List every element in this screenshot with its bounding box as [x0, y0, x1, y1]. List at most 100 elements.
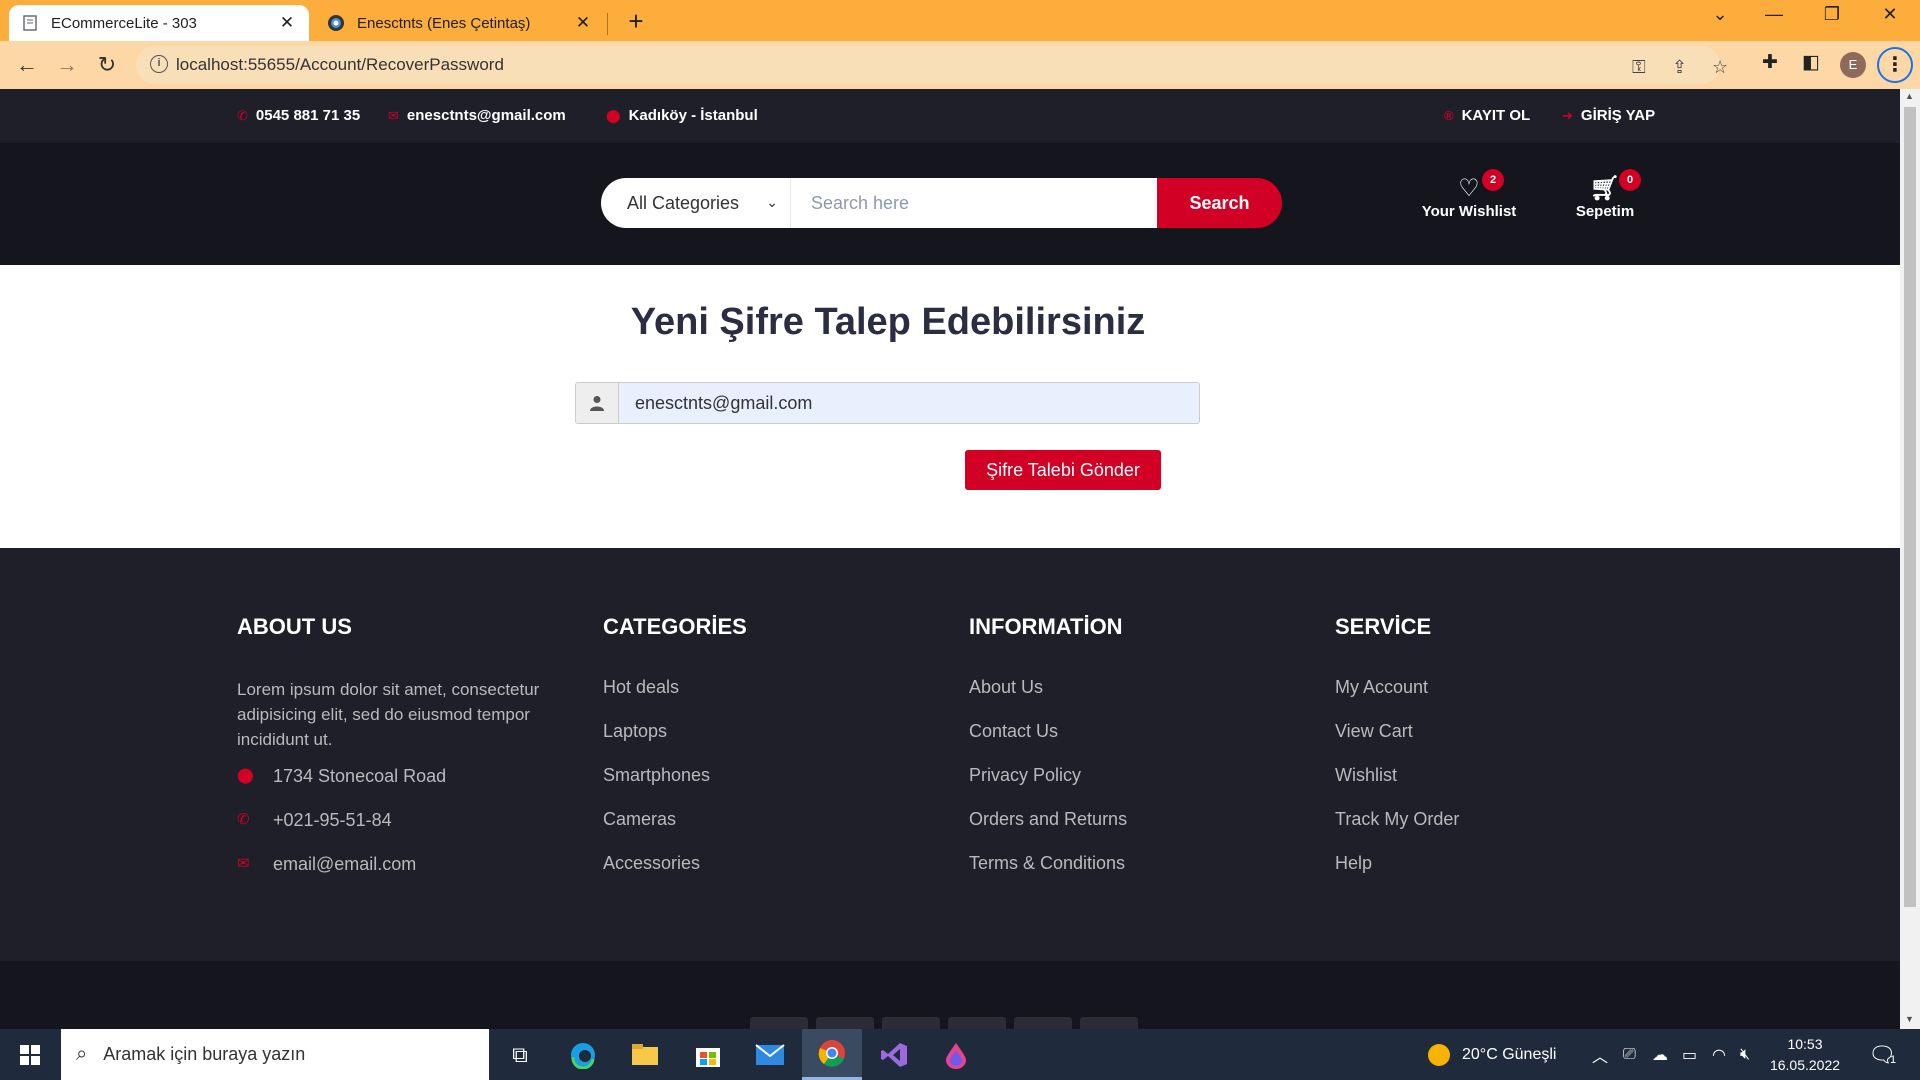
github-icon — [327, 14, 345, 32]
share-icon[interactable]: ⇪ — [1672, 57, 1687, 78]
profile-avatar[interactable]: E — [1840, 52, 1866, 78]
footer-phone-text: +021-95-51-84 — [273, 810, 392, 830]
footer-heading: ABOUT US — [237, 614, 352, 639]
search-button[interactable]: Search — [1157, 178, 1282, 228]
footer-link-orders-returns[interactable]: Orders and Returns — [969, 809, 1289, 853]
cart-link[interactable]: 🛒︎ Sepetim 0 — [1560, 169, 1650, 220]
taskbar-search[interactable]: ⌕ Aramak için buraya yazın — [61, 1029, 489, 1080]
header-phone[interactable]: ✆ 0545 881 71 35 — [237, 107, 360, 124]
microsoft-store-icon[interactable] — [678, 1029, 738, 1080]
footer-address: ⬤ 1734 Stonecoal Road — [237, 766, 557, 810]
reload-button[interactable]: ↻ — [91, 49, 123, 81]
edge-icon[interactable] — [553, 1029, 613, 1080]
volume-muted-icon[interactable]: 🔇︎ — [1740, 1029, 1750, 1080]
amex-icon — [1080, 1017, 1138, 1029]
maximize-button[interactable]: ❐ — [1812, 4, 1852, 25]
footer-link-laptops[interactable]: Laptops — [603, 721, 923, 765]
browser-tab-bar: ECommerceLite - 303 ✕ Enesctnts (Enes Çe… — [0, 0, 1920, 41]
register-text: KAYIT OL — [1461, 107, 1531, 124]
footer-link-about-us[interactable]: About Us — [969, 677, 1289, 721]
visual-studio-icon[interactable] — [864, 1029, 924, 1080]
bookmark-star-icon[interactable]: ☆ — [1712, 57, 1728, 78]
tab-separator — [607, 13, 608, 35]
main-header: All Categories ⌄ Search ♡ Your Wishlist … — [0, 143, 1900, 265]
page-scrollbar[interactable]: ▲ ▼ — [1900, 89, 1920, 1029]
site-info-icon[interactable]: i — [150, 55, 168, 73]
header-email[interactable]: ✉ enesctnts@gmail.com — [388, 107, 566, 124]
show-hidden-icons-chevron-icon[interactable]: ︿ — [1592, 1029, 1608, 1080]
search-input[interactable] — [791, 178, 1157, 228]
phone-icon: ✆ — [237, 811, 250, 828]
footer-link-privacy-policy[interactable]: Privacy Policy — [969, 765, 1289, 809]
tab-github[interactable]: Enesctnts (Enes Çetintaş) ✕ — [315, 5, 605, 41]
header-email-text: enesctnts@gmail.com — [406, 107, 566, 124]
cart-label: Sepetim — [1575, 203, 1635, 220]
footer-link-my-account[interactable]: My Account — [1335, 677, 1655, 721]
email-field[interactable] — [619, 383, 1199, 423]
footer: ABOUT US Lorem ipsum dolor sit amet, con… — [0, 548, 1900, 1029]
browser-toolbar: ← → ↻ i localhost:55655/Account/RecoverP… — [0, 41, 1920, 89]
scroll-down-arrow-icon[interactable]: ▼ — [1905, 1014, 1914, 1024]
footer-link-terms[interactable]: Terms & Conditions — [969, 853, 1289, 897]
close-tab-icon[interactable]: ✕ — [277, 13, 297, 33]
top-header: ✆ 0545 881 71 35 ✉ enesctnts@gmail.com ⬤… — [0, 89, 1900, 143]
register-link[interactable]: ® KAYIT OL — [1444, 107, 1530, 124]
category-select-value: All Categories — [627, 192, 740, 213]
footer-email[interactable]: ✉ email@email.com — [237, 854, 557, 898]
footer-link-view-cart[interactable]: View Cart — [1335, 721, 1655, 765]
wifi-icon[interactable]: ◠ — [1712, 1029, 1726, 1080]
search-form: All Categories ⌄ Search — [601, 178, 1282, 228]
footer-link-help[interactable]: Help — [1335, 853, 1655, 897]
footer-categories: CATEGORİES Hot deals Laptops Smartphones… — [603, 614, 923, 897]
footer-link-accessories[interactable]: Accessories — [603, 853, 923, 897]
footer-link-wishlist[interactable]: Wishlist — [1335, 765, 1655, 809]
extensions-puzzle-icon[interactable]: ✚ — [1762, 51, 1778, 74]
footer-link-cameras[interactable]: Cameras — [603, 809, 923, 853]
weather-widget[interactable]: 20°C Güneşli — [1428, 1029, 1556, 1080]
login-link[interactable]: ➜ GİRİŞ YAP — [1562, 107, 1655, 124]
browser-menu-icon[interactable]: ⋮ — [1877, 47, 1913, 83]
heart-icon: ♡ — [1458, 175, 1480, 202]
footer-link-hot-deals[interactable]: Hot deals — [603, 677, 923, 721]
onedrive-cloud-icon[interactable]: ☁ — [1652, 1029, 1668, 1080]
footer-link-smartphones[interactable]: Smartphones — [603, 765, 923, 809]
registered-icon: ® — [1444, 108, 1454, 123]
header-location[interactable]: ⬤ Kadıköy - İstanbul — [606, 107, 758, 124]
minimize-button[interactable]: — — [1754, 4, 1794, 25]
envelope-icon: ✉ — [388, 107, 399, 123]
wishlist-label: Your Wishlist — [1421, 203, 1517, 220]
back-button[interactable]: ← — [11, 49, 43, 81]
clock-date: 16.05.2022 — [1769, 1057, 1841, 1073]
footer-heading: CATEGORİES — [603, 614, 747, 639]
chrome-icon[interactable] — [802, 1029, 862, 1080]
email-input-group — [575, 382, 1200, 424]
meet-now-icon[interactable]: ⎚ — [1623, 1029, 1636, 1080]
paint-app-icon[interactable] — [926, 1029, 986, 1080]
tab-search-chevron-icon[interactable]: ⌄ — [1700, 4, 1740, 25]
address-bar[interactable]: i localhost:55655/Account/RecoverPasswor… — [136, 46, 1728, 84]
sun-icon — [1428, 1043, 1450, 1066]
task-view-icon[interactable]: ⧉ — [490, 1029, 550, 1080]
footer-link-contact-us[interactable]: Contact Us — [969, 721, 1289, 765]
password-key-icon[interactable]: ⚿ — [1632, 57, 1646, 78]
forward-button[interactable]: → — [51, 49, 83, 81]
send-password-request-button[interactable]: Şifre Talebi Gönder — [965, 450, 1161, 490]
new-tab-button[interactable]: + — [620, 6, 652, 37]
taskbar-clock[interactable]: 10:53 16.05.2022 — [1760, 1034, 1850, 1076]
mail-icon[interactable] — [740, 1029, 800, 1080]
close-tab-icon[interactable]: ✕ — [573, 13, 593, 33]
tab-ecommercelite[interactable]: ECommerceLite - 303 ✕ — [9, 5, 309, 41]
scroll-up-arrow-icon[interactable]: ▲ — [1905, 91, 1914, 101]
notification-center-icon[interactable]: 🗨︎ 1 — [1868, 1029, 1896, 1080]
scrollbar-thumb[interactable] — [1904, 107, 1916, 907]
footer-phone[interactable]: ✆ +021-95-51-84 — [237, 810, 557, 854]
category-select[interactable]: All Categories ⌄ — [601, 178, 791, 228]
footer-link-track-order[interactable]: Track My Order — [1335, 809, 1655, 853]
file-explorer-icon[interactable] — [615, 1029, 675, 1080]
close-window-button[interactable]: ✕ — [1870, 4, 1910, 25]
battery-icon[interactable]: ▭ — [1682, 1029, 1697, 1080]
windows-start-icon[interactable] — [20, 1045, 40, 1065]
wishlist-link[interactable]: ♡ Your Wishlist 2 — [1414, 169, 1524, 220]
side-panel-icon[interactable]: ◧ — [1802, 51, 1820, 74]
page-title: Yeni Şifre Talep Edebilirsiniz — [630, 301, 1146, 343]
